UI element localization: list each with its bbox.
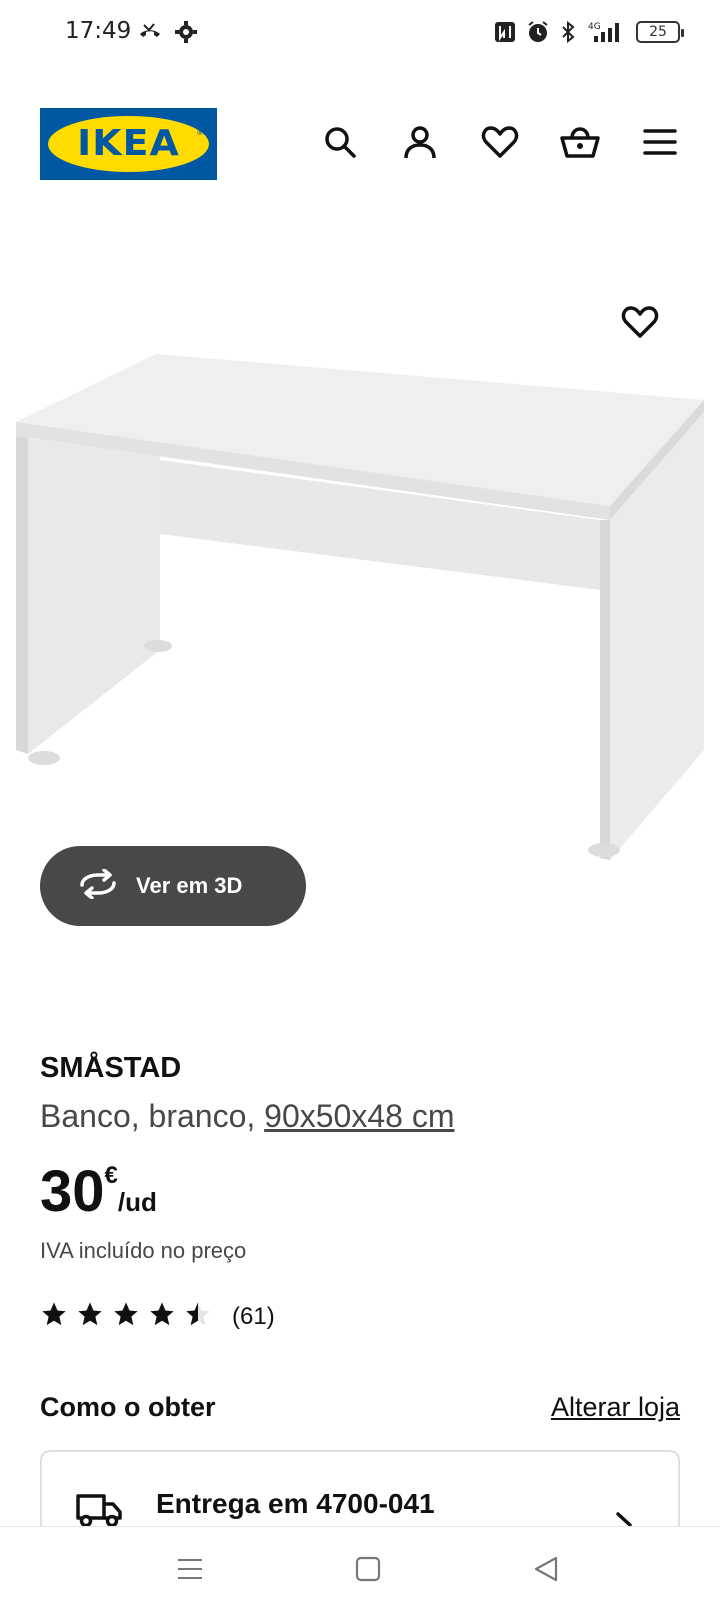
nfc-icon (494, 20, 516, 49)
logo-registered-mark: ® (197, 128, 203, 137)
alarm-icon (526, 20, 550, 49)
change-store-link[interactable]: Alterar loja (551, 1392, 680, 1423)
star-half-icon (184, 1300, 220, 1333)
rotate-3d-icon (76, 867, 120, 904)
menu-lines-icon (175, 1556, 205, 1587)
star-full-icon (112, 1300, 148, 1333)
favourites-button[interactable] (476, 120, 524, 168)
product-dimensions-link[interactable]: 90x50x48 cm (264, 1098, 454, 1134)
svg-text:4G: 4G (588, 22, 601, 32)
search-button[interactable] (316, 120, 364, 168)
how-to-get-heading: Como o obter (40, 1392, 216, 1422)
price-currency: € (104, 1162, 118, 1189)
basket-icon (560, 124, 600, 165)
view-3d-label: Ver em 3D (136, 873, 243, 898)
product-favourite-button[interactable] (616, 300, 664, 348)
view-3d-button[interactable]: Ver em 3D (40, 846, 306, 926)
product-price: 30€/ud (40, 1158, 157, 1225)
product-name: SMÅSTAD (40, 1052, 182, 1084)
vat-note: IVA incluído no preço (40, 1238, 247, 1263)
status-time: 17:49 (65, 18, 132, 44)
product-image[interactable] (0, 270, 720, 870)
settings-icon (174, 20, 198, 49)
bench-illustration (16, 354, 704, 860)
battery-icon: 25 (636, 21, 684, 43)
rating-count: (61) (232, 1302, 275, 1330)
signal-4g-icon: 4G (584, 20, 626, 49)
star-full-icon (76, 1300, 112, 1333)
back-triangle-icon (532, 1555, 560, 1588)
heart-icon (481, 124, 519, 165)
heart-icon (621, 304, 659, 345)
product-type: Banco, branco, (40, 1098, 265, 1134)
user-icon (402, 124, 438, 165)
logo-text: IKEA (77, 123, 180, 164)
delivery-label: Entrega em 4700-041 (156, 1488, 435, 1519)
back-button[interactable] (524, 1549, 568, 1593)
square-icon (354, 1555, 382, 1588)
bluetooth-icon (560, 20, 576, 49)
menu-icon (643, 127, 677, 162)
basket-button[interactable] (556, 120, 604, 168)
status-bar: 17:49 4G 25 (0, 0, 720, 64)
product-rating[interactable]: (61) (40, 1300, 275, 1333)
star-full-icon (148, 1300, 184, 1333)
missed-call-icon (138, 20, 162, 49)
home-button[interactable] (346, 1549, 390, 1593)
ikea-logo[interactable]: IKEA ® (40, 108, 217, 180)
menu-button[interactable] (636, 120, 684, 168)
price-integer: 30 (40, 1159, 105, 1224)
system-navigation-bar (0, 1526, 720, 1612)
account-button[interactable] (396, 120, 444, 168)
product-description: Banco, branco, 90x50x48 cm (40, 1098, 454, 1135)
star-full-icon (40, 1300, 76, 1333)
recent-apps-button[interactable] (168, 1549, 212, 1593)
price-unit: /ud (117, 1187, 157, 1217)
search-icon (322, 124, 358, 165)
